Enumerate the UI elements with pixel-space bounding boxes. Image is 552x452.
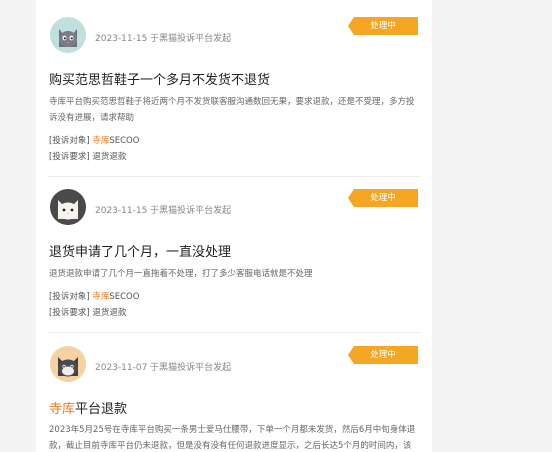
target-rest: SECOO [109, 292, 140, 302]
complaint-card[interactable]: 2023-11-07 于黑猫投诉平台发起 处理中 寺库平台退款 2023年5月2… [36, 332, 432, 452]
status-badge: 处理中 [348, 189, 418, 207]
request-label: [投诉要求] [49, 308, 90, 318]
complaint-meta: 2023-11-07 于黑猫投诉平台发起 [95, 363, 232, 373]
avatar [50, 17, 86, 53]
request-label: [投诉要求] [49, 152, 90, 162]
status-badge: 处理中 [348, 17, 418, 35]
complaint-list: 2023-11-15 于黑猫投诉平台发起 处理中 购买范思哲鞋子一个多月不发货不… [36, 0, 432, 452]
complaint-request: [投诉要求] 退货退款 [49, 306, 126, 318]
status-badge: 处理中 [348, 346, 418, 364]
complaint-description: 退货退款申请了几个月一直拖着不处理，打了多少客服电话就是不处理 [49, 269, 313, 279]
complaint-title[interactable]: 寺库平台退款 [49, 398, 127, 417]
complaint-title[interactable]: 退货申请了几个月，一直没处理 [49, 241, 231, 260]
target-label: [投诉对象] [49, 136, 90, 146]
complaint-description: 2023年5月25号在寺库平台购买一条男士爱马仕腰带，下单一个月都未发货，然后6… [49, 425, 416, 451]
complaint-meta: 2023-11-15 于黑猫投诉平台发起 [95, 34, 232, 44]
complaint-description: 寺库平台购买范思哲鞋子将近两个月不发货联客服沟通数回无果，要求退款，还是不受理，… [49, 97, 415, 123]
title-rest: 平台退款 [75, 402, 128, 417]
title-highlight: 寺库 [49, 402, 76, 417]
request-value: 退货退款 [92, 308, 127, 318]
complaint-title[interactable]: 购买范思哲鞋子一个多月不发货不退货 [49, 69, 270, 88]
complaint-card[interactable]: 2023-11-15 于黑猫投诉平台发起 处理中 购买范思哲鞋子一个多月不发货不… [36, 0, 432, 172]
target-link[interactable]: 寺库 [92, 292, 109, 302]
complaint-request: [投诉要求] 退货退款 [49, 150, 126, 162]
target-rest: SECOO [109, 136, 140, 146]
target-label: [投诉对象] [49, 292, 90, 302]
request-value: 退货退款 [92, 152, 127, 162]
avatar [50, 346, 86, 382]
complaint-meta: 2023-11-15 于黑猫投诉平台发起 [95, 206, 232, 216]
complaint-target: [投诉对象] 寺库SECOO [49, 134, 139, 146]
target-link[interactable]: 寺库 [92, 136, 109, 146]
complaint-card[interactable]: 2023-11-15 于黑猫投诉平台发起 处理中 退货申请了几个月，一直没处理 … [36, 172, 432, 332]
complaint-target: [投诉对象] 寺库SECOO [49, 290, 139, 302]
avatar [50, 189, 86, 225]
